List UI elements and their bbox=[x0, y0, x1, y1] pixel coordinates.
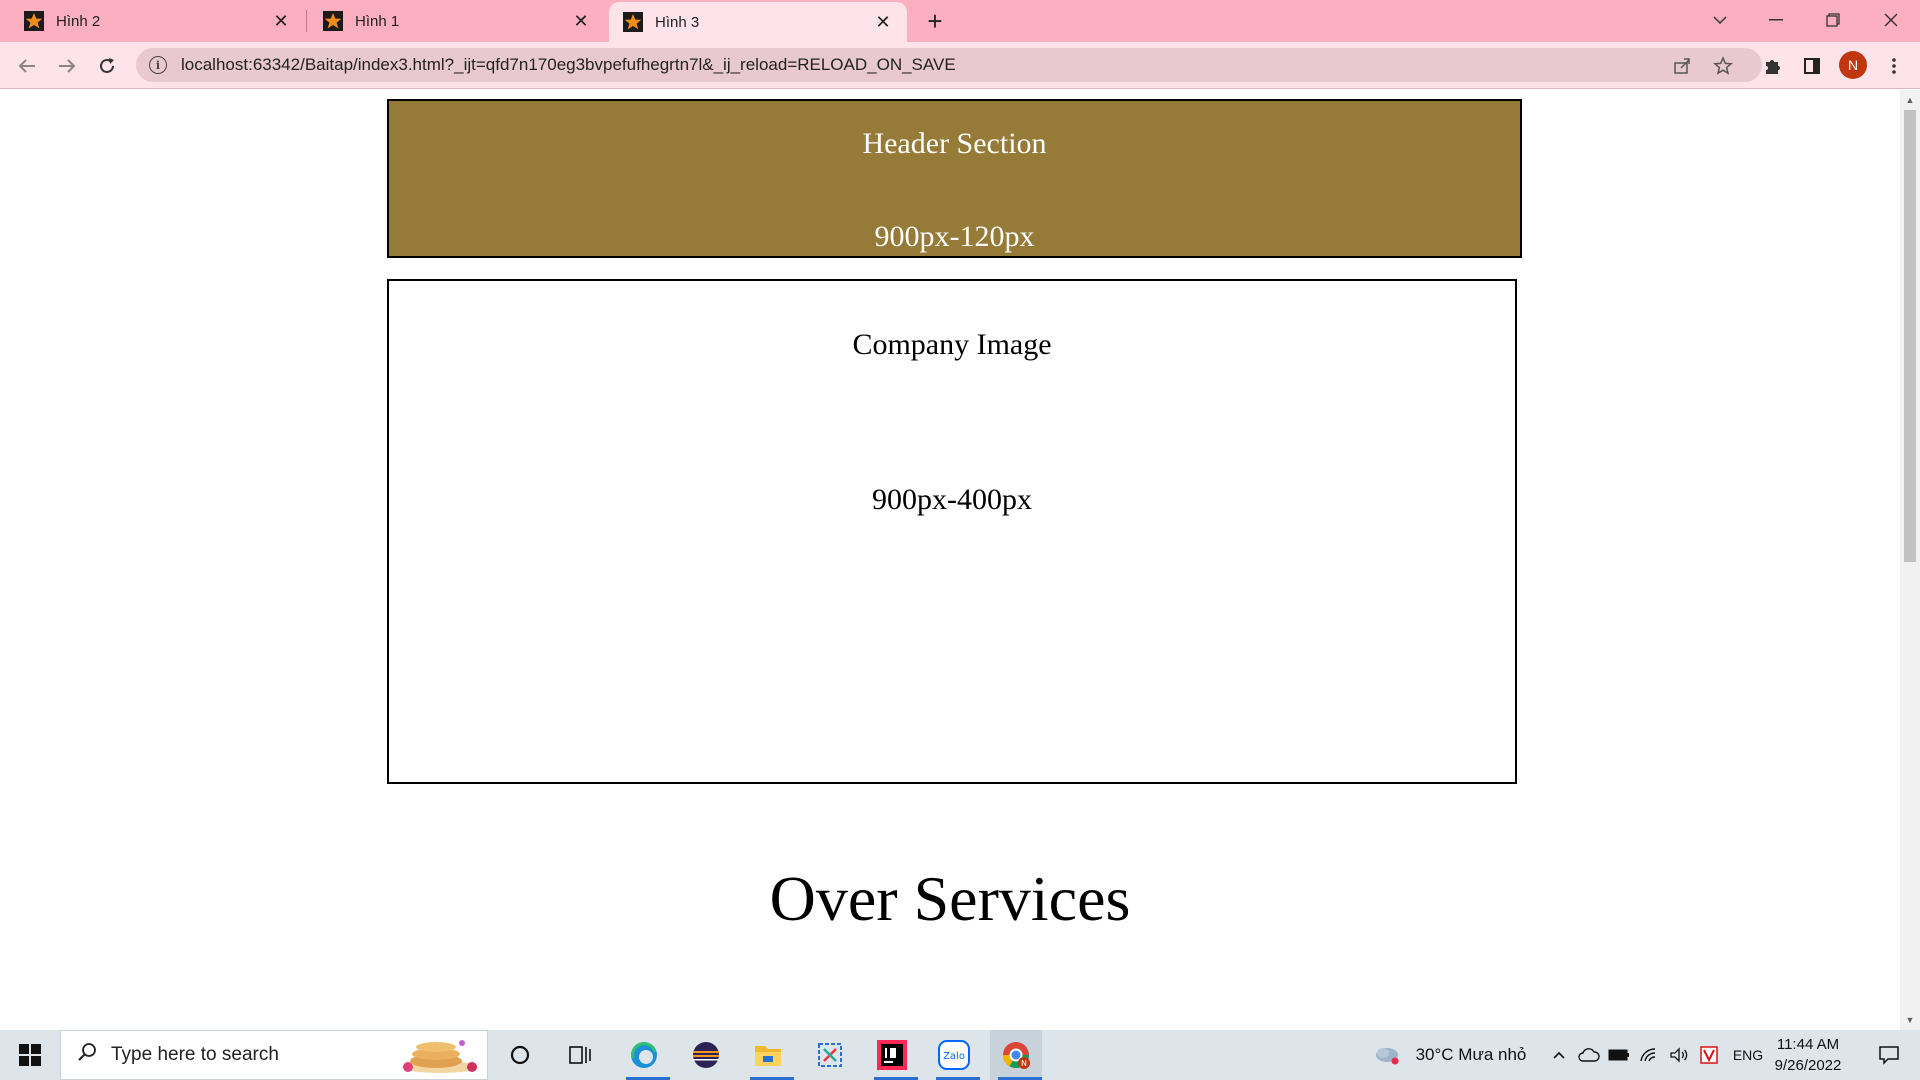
bookmark-star-icon[interactable] bbox=[1707, 50, 1739, 82]
header-size-label: 900px-120px bbox=[874, 220, 1035, 253]
scrollbar-thumb[interactable] bbox=[1904, 110, 1916, 562]
windows-taskbar: Type here to search Zalo N 30°C Mưa nhỏ bbox=[0, 1030, 1920, 1080]
forward-arrow-icon[interactable] bbox=[51, 50, 83, 82]
svg-text:N: N bbox=[1021, 1059, 1027, 1068]
scroll-down-arrow-icon[interactable]: ▼ bbox=[1900, 1012, 1920, 1028]
snipping-tool-icon[interactable] bbox=[804, 1030, 856, 1080]
site-info-icon[interactable]: i bbox=[149, 56, 167, 74]
intellij-idea-icon[interactable] bbox=[866, 1030, 918, 1080]
tab-hinh-2[interactable]: Hình 2 ✕ bbox=[0, 0, 305, 42]
zalo-icon[interactable]: Zalo bbox=[928, 1030, 980, 1080]
header-section: Header Section 900px-120px bbox=[387, 99, 1522, 258]
volume-speaker-icon[interactable] bbox=[1666, 1030, 1692, 1080]
new-tab-plus-icon[interactable]: + bbox=[920, 6, 950, 36]
window-close-icon[interactable] bbox=[1868, 0, 1914, 40]
tab-title: Hình 2 bbox=[56, 12, 101, 30]
extensions-puzzle-icon[interactable] bbox=[1756, 50, 1788, 82]
browser-toolbar: i localhost:63342/Baitap/index3.html?_ij… bbox=[0, 42, 1920, 89]
company-image-title: Company Image bbox=[852, 328, 1052, 361]
scroll-up-arrow-icon[interactable]: ▲ bbox=[1900, 92, 1920, 108]
tab-search-chevron-icon[interactable] bbox=[1697, 0, 1743, 40]
close-tab-icon[interactable]: ✕ bbox=[567, 7, 595, 35]
intellij-star-icon bbox=[24, 11, 44, 31]
minimize-icon[interactable] bbox=[1753, 0, 1799, 40]
services-heading: Over Services bbox=[769, 863, 1131, 934]
clock-date: 9/26/2022 bbox=[1774, 1057, 1842, 1074]
company-image-section: Company Image 900px-400px bbox=[387, 279, 1517, 784]
show-hidden-icons-chevron-icon[interactable] bbox=[1546, 1030, 1572, 1080]
clock-time: 11:44 AM bbox=[1776, 1036, 1840, 1053]
page-viewport: Header Section 900px-120px Company Image… bbox=[0, 90, 1920, 1030]
intellij-star-icon bbox=[323, 11, 343, 31]
input-language[interactable]: ENG bbox=[1728, 1030, 1768, 1080]
pancake-doodle-icon bbox=[396, 1037, 484, 1080]
profile-avatar[interactable]: N bbox=[1839, 51, 1867, 79]
close-tab-icon[interactable]: ✕ bbox=[869, 8, 897, 36]
reload-icon[interactable] bbox=[91, 50, 123, 82]
header-title: Header Section bbox=[862, 127, 1047, 160]
more-menu-icon[interactable] bbox=[1878, 50, 1910, 82]
battery-icon[interactable] bbox=[1606, 1030, 1632, 1080]
file-explorer-folder-icon[interactable] bbox=[742, 1030, 794, 1080]
weather-text[interactable]: 30°C Mưa nhỏ bbox=[1408, 1030, 1534, 1080]
side-panel-icon[interactable] bbox=[1796, 50, 1828, 82]
page-scrollbar[interactable]: ▲ ▼ bbox=[1900, 90, 1920, 1030]
weather-cloud-icon[interactable] bbox=[1372, 1030, 1402, 1080]
tab-title: Hình 1 bbox=[355, 12, 400, 30]
close-tab-icon[interactable]: ✕ bbox=[267, 7, 295, 35]
tab-hinh-3[interactable]: Hình 3 ✕ bbox=[609, 2, 907, 42]
unikey-v-icon[interactable] bbox=[1696, 1030, 1722, 1080]
share-icon[interactable] bbox=[1666, 50, 1698, 82]
chrome-browser-icon[interactable]: N bbox=[990, 1030, 1042, 1080]
taskbar-search-box[interactable]: Type here to search bbox=[60, 1030, 488, 1080]
svg-text:Zalo: Zalo bbox=[943, 1051, 965, 1062]
cortana-circle-icon[interactable] bbox=[500, 1030, 540, 1080]
onedrive-cloud-icon[interactable] bbox=[1576, 1030, 1602, 1080]
address-bar[interactable]: i localhost:63342/Baitap/index3.html?_ij… bbox=[136, 48, 1762, 82]
tab-hinh-1[interactable]: Hình 1 ✕ bbox=[299, 0, 605, 42]
search-placeholder: Type here to search bbox=[111, 1044, 279, 1065]
task-view-icon[interactable] bbox=[560, 1030, 600, 1080]
windows-start-icon[interactable] bbox=[0, 1030, 60, 1080]
tab-strip: Hình 2 ✕ Hình 1 ✕ Hình 3 ✕ + bbox=[0, 0, 1920, 42]
url-text: localhost:63342/Baitap/index3.html?_ijt=… bbox=[181, 55, 956, 74]
wifi-icon[interactable] bbox=[1636, 1030, 1662, 1080]
company-image-size-label: 900px-400px bbox=[872, 483, 1032, 516]
tab-title: Hình 3 bbox=[655, 13, 700, 31]
notification-center-icon[interactable] bbox=[1864, 1030, 1914, 1080]
eclipse-ide-icon[interactable] bbox=[680, 1030, 732, 1080]
search-icon bbox=[77, 1042, 97, 1068]
back-arrow-icon[interactable] bbox=[11, 50, 43, 82]
system-clock[interactable]: 11:44 AM 9/26/2022 bbox=[1770, 1034, 1846, 1076]
intellij-star-icon bbox=[623, 12, 643, 32]
edge-browser-icon[interactable] bbox=[618, 1030, 670, 1080]
restore-icon[interactable] bbox=[1810, 0, 1856, 40]
